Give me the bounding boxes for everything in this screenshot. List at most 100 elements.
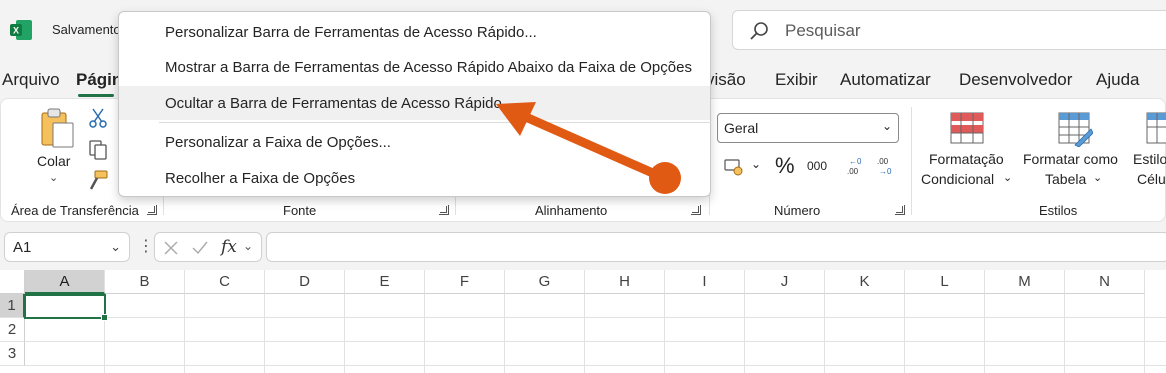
conditional-formatting-button-line2[interactable]: Condicional xyxy=(921,171,994,187)
tab-automatizar[interactable]: Automatizar xyxy=(840,70,931,90)
number-launcher-icon[interactable] xyxy=(895,205,905,215)
font-group-label: Fonte xyxy=(283,203,317,218)
chevron-down-icon: ⌄ xyxy=(881,119,892,133)
copy-icon[interactable] xyxy=(87,139,109,161)
svg-text:.00: .00 xyxy=(847,167,859,176)
gridline xyxy=(664,294,665,373)
gridline xyxy=(824,294,825,373)
gridline xyxy=(584,294,585,373)
cancel-icon[interactable] xyxy=(163,240,179,256)
format-as-table-button[interactable]: Formatar como xyxy=(1023,151,1118,167)
menu-item-hide-quick-access[interactable]: Ocultar a Barra de Ferramentas de Acesso… xyxy=(119,86,710,120)
number-format-select[interactable]: Geral ⌄ xyxy=(717,113,899,143)
menu-item-label: Mostrar a Barra de Ferramentas de Acesso… xyxy=(165,59,692,76)
gridline xyxy=(504,294,505,373)
tab-arquivo[interactable]: Arquivo xyxy=(2,70,60,90)
formula-controls: fx ⌄ xyxy=(154,232,262,262)
format-painter-icon[interactable] xyxy=(87,169,109,191)
chevron-down-icon: ⌄ xyxy=(243,239,254,253)
comma-style-button[interactable]: 000 xyxy=(807,159,827,173)
name-box-value: A1 xyxy=(13,239,32,256)
column-header-b[interactable]: B xyxy=(105,270,185,294)
cut-icon[interactable] xyxy=(87,107,109,129)
insert-function-button[interactable]: fx xyxy=(221,237,237,257)
chevron-down-icon: ⌄ xyxy=(1003,172,1013,184)
search-icon xyxy=(750,22,768,40)
context-menu: Personalizar Barra de Ferramentas de Ace… xyxy=(118,11,711,197)
tab-exibir[interactable]: Exibir xyxy=(775,70,818,90)
row-header-1[interactable]: 1 xyxy=(0,294,25,318)
column-header-h[interactable]: H xyxy=(585,270,665,294)
column-header-f[interactable]: F xyxy=(425,270,505,294)
column-header-m[interactable]: M xyxy=(985,270,1065,294)
tab-desenvolvedor[interactable]: Desenvolvedor xyxy=(959,70,1072,90)
chevron-down-icon: ⌄ xyxy=(110,239,121,254)
svg-text:.00: .00 xyxy=(877,157,889,166)
more-options-icon[interactable]: ⋮ xyxy=(138,236,154,256)
tab-pagina-inicial[interactable]: Págin xyxy=(76,70,122,90)
menu-item-label: Personalizar Barra de Ferramentas de Ace… xyxy=(165,24,537,41)
clipboard-group-label: Área de Transferência xyxy=(11,203,139,218)
formula-input[interactable] xyxy=(266,232,1166,262)
menu-item-label: Ocultar a Barra de Ferramentas de Acesso… xyxy=(165,95,502,112)
increase-decimal-icon[interactable]: ←0 .00 xyxy=(841,155,863,177)
styles-group-label: Estilos xyxy=(1039,203,1078,218)
column-header-i[interactable]: I xyxy=(665,270,745,294)
column-header-k[interactable]: K xyxy=(825,270,905,294)
alignment-group-label: Alinhamento xyxy=(535,203,608,218)
worksheet-grid: ABCDEFGHIJKLMN 123 xyxy=(0,270,1166,373)
column-header-a[interactable]: A xyxy=(25,270,105,294)
menu-item-collapse-ribbon[interactable]: Recolher a Faixa de Opções xyxy=(119,161,710,195)
menu-item-customize-quick-access[interactable]: Personalizar Barra de Ferramentas de Ace… xyxy=(119,15,710,49)
gridline xyxy=(25,341,1166,342)
column-header-g[interactable]: G xyxy=(505,270,585,294)
accounting-dropdown-icon[interactable]: ⌄ xyxy=(751,157,761,171)
cell-styles-button[interactable]: Estilo xyxy=(1133,151,1166,167)
cell-styles-button-line2[interactable]: Célu xyxy=(1137,171,1166,187)
alignment-launcher-icon[interactable] xyxy=(691,205,701,215)
gridline xyxy=(1144,294,1145,373)
tab-revisao[interactable]: visão xyxy=(706,70,746,90)
svg-text:→0: →0 xyxy=(879,167,892,176)
svg-text:←0: ←0 xyxy=(849,157,862,166)
active-tab-indicator xyxy=(78,94,114,97)
percent-style-button[interactable]: % xyxy=(775,153,795,179)
formula-bar: A1 ⌄ ⋮ fx ⌄ xyxy=(0,232,1166,262)
conditional-formatting-button[interactable]: Formatação xyxy=(929,151,1004,167)
column-header-e[interactable]: E xyxy=(345,270,425,294)
format-as-table-icon[interactable] xyxy=(1057,111,1093,147)
svg-text:X: X xyxy=(13,26,19,36)
paste-dropdown-icon[interactable]: ⌄ xyxy=(49,171,58,184)
select-all-corner[interactable] xyxy=(0,270,25,294)
column-header-d[interactable]: D xyxy=(265,270,345,294)
gridline xyxy=(904,294,905,373)
menu-item-show-quick-access-below[interactable]: Mostrar a Barra de Ferramentas de Acesso… xyxy=(119,50,710,84)
column-header-j[interactable]: J xyxy=(745,270,825,294)
active-cell[interactable] xyxy=(24,294,108,321)
gridline xyxy=(984,294,985,373)
column-header-n[interactable]: N xyxy=(1065,270,1145,294)
gridline xyxy=(344,294,345,373)
cell-styles-icon[interactable] xyxy=(1145,111,1166,147)
paste-icon[interactable] xyxy=(39,107,75,149)
paste-button[interactable]: Colar xyxy=(37,153,70,169)
decrease-decimal-icon[interactable]: .00 →0 xyxy=(873,155,895,177)
clipboard-launcher-icon[interactable] xyxy=(147,205,157,215)
format-as-table-button-line2[interactable]: Tabela xyxy=(1045,171,1086,187)
number-group-label: Número xyxy=(774,203,821,218)
tab-ajuda[interactable]: Ajuda xyxy=(1096,70,1139,90)
search-box[interactable]: Pesquisar xyxy=(732,10,1166,50)
gridline xyxy=(424,294,425,373)
row-header-2[interactable]: 2 xyxy=(0,318,25,342)
excel-logo-icon: X xyxy=(10,20,32,40)
font-launcher-icon[interactable] xyxy=(439,205,449,215)
column-header-c[interactable]: C xyxy=(185,270,265,294)
column-header-l[interactable]: L xyxy=(905,270,985,294)
gridline xyxy=(1064,294,1065,373)
accounting-format-icon[interactable] xyxy=(723,155,745,177)
name-box[interactable]: A1 ⌄ xyxy=(4,232,130,262)
conditional-formatting-icon[interactable] xyxy=(949,111,985,147)
menu-item-customize-ribbon[interactable]: Personalizar a Faixa de Opções... xyxy=(119,125,710,159)
check-icon[interactable] xyxy=(191,240,209,256)
row-header-3[interactable]: 3 xyxy=(0,342,25,366)
